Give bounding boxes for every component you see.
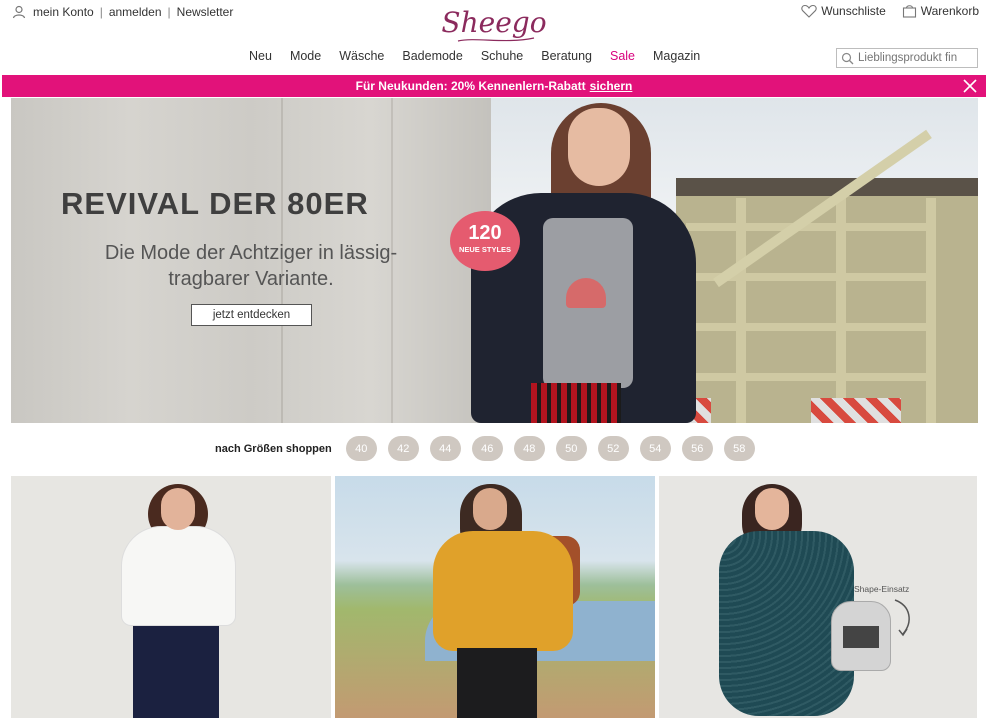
size-button-54[interactable]: 54 (639, 436, 671, 461)
cart-label: Warenkorb (920, 4, 979, 18)
search-box[interactable] (836, 48, 978, 68)
size-button-42[interactable]: 42 (387, 436, 419, 461)
size-shortcuts: nach Größen shoppen 40 42 44 46 48 50 52… (215, 436, 766, 461)
size-button-52[interactable]: 52 (597, 436, 629, 461)
account-links: mein Konto | anmelden | Newsletter (12, 5, 233, 19)
size-shortcuts-label: nach Größen shoppen (215, 442, 332, 455)
badge-text: NEUE STYLES (458, 245, 512, 254)
nav-item-bademode[interactable]: Bademode (393, 49, 471, 63)
product-tile-blouse-skirt[interactable] (11, 476, 331, 718)
size-button-48[interactable]: 48 (513, 436, 545, 461)
hero-subtitle: Die Mode der Achtziger in lässig-tragbar… (104, 242, 398, 290)
user-icon[interactable] (12, 5, 26, 19)
size-button-58[interactable]: 58 (723, 436, 755, 461)
separator: | (99, 5, 103, 19)
size-button-46[interactable]: 46 (471, 436, 503, 461)
size-button-44[interactable]: 44 (429, 436, 461, 461)
barrier (811, 398, 901, 423)
cart-button[interactable]: Warenkorb (902, 4, 979, 18)
close-icon[interactable] (962, 78, 978, 94)
search-icon[interactable] (841, 52, 854, 65)
hero-title: REVIVAL DER 80ER (61, 186, 369, 221)
header-tools: Wunschliste Warenkorb (801, 4, 979, 18)
product-tile-sweater[interactable] (335, 476, 655, 718)
separator: | (167, 5, 171, 19)
search-input[interactable] (858, 52, 976, 64)
promo-text: Für Neukunden: 20% Kennenlern-Rabatt (355, 79, 586, 93)
nav-item-beratung[interactable]: Beratung (532, 49, 601, 63)
curved-arrow-icon (894, 599, 910, 637)
hero-cta-button[interactable]: jetzt entdecken (191, 304, 312, 326)
badge-number: 120 (468, 222, 502, 244)
brand-logo[interactable]: Sheego (438, 2, 550, 48)
promo-link[interactable]: sichern (590, 79, 633, 93)
nav-item-schuhe[interactable]: Schuhe (472, 49, 532, 63)
nav-item-sale[interactable]: Sale (601, 49, 644, 63)
main-navigation: Neu Mode Wäsche Bademode Schuhe Beratung… (240, 49, 709, 63)
promo-banner: Für Neukunden: 20% Kennenlern-Rabatt sic… (2, 75, 986, 97)
account-link[interactable]: mein Konto (33, 5, 94, 19)
logo-swash (457, 37, 535, 42)
size-button-50[interactable]: 50 (555, 436, 587, 461)
wishlist-button[interactable]: Wunschliste (801, 4, 886, 18)
product-tile-dress[interactable]: Shape-Einsatz (659, 476, 977, 718)
hero-banner[interactable]: 120 NEUE STYLES REVIVAL DER 80ER Die Mod… (11, 98, 978, 423)
newsletter-link[interactable]: Newsletter (177, 5, 234, 19)
nav-item-magazin[interactable]: Magazin (644, 49, 709, 63)
shape-insert-label: Shape-Einsatz (854, 584, 910, 594)
hero-scaffold (676, 129, 978, 423)
nav-item-neu[interactable]: Neu (240, 49, 281, 63)
size-button-40[interactable]: 40 (345, 436, 377, 461)
nav-item-waesche[interactable]: Wäsche (330, 49, 393, 63)
cart-icon (902, 5, 916, 18)
nav-item-mode[interactable]: Mode (281, 49, 330, 63)
logo-text: Sheego (441, 6, 547, 39)
login-link[interactable]: anmelden (109, 5, 162, 19)
size-button-56[interactable]: 56 (681, 436, 713, 461)
heart-icon (801, 4, 817, 18)
wishlist-label: Wunschliste (821, 4, 886, 18)
